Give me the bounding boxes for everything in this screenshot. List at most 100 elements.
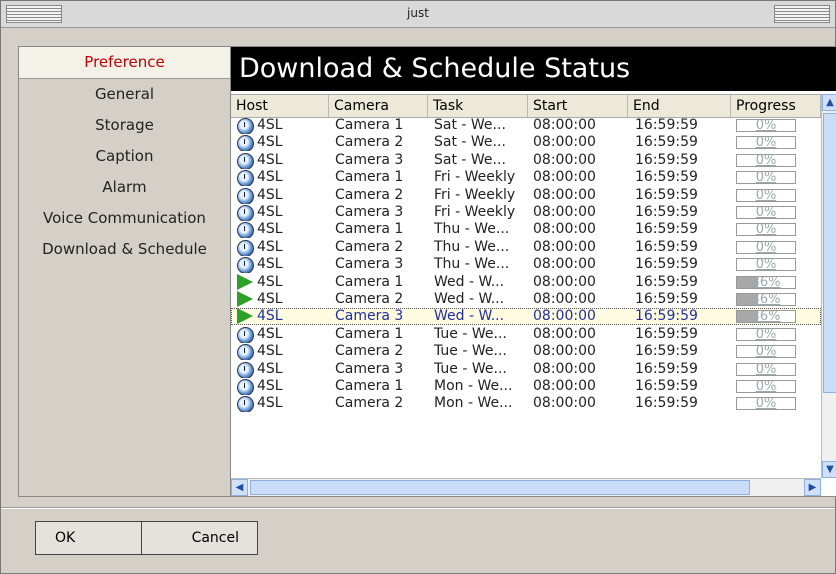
play-icon [237,273,257,291]
sidebar-item-alarm[interactable]: Alarm [19,172,230,203]
row-progress-bar: 0% [736,240,796,254]
sidebar-item-caption[interactable]: Caption [19,141,230,172]
progress-text: 0% [755,171,777,185]
row-end: 16:59:59 [635,221,698,238]
title-bar[interactable]: just [1,1,835,28]
row-progress-bar: 0% [736,258,796,272]
row-task: Fri - Weekly [434,169,516,186]
row-end: 16:59:59 [635,395,698,412]
table-row[interactable]: 4SL Camera 3 Wed - W... 08:00:00 16:59:59 36% [231,308,821,326]
row-task: Wed - W... [434,308,505,325]
scroll-up-icon[interactable]: ▲ [822,94,836,111]
row-host: 4SL [257,117,283,133]
row-camera: Camera 2 [335,343,404,360]
sidebar-item-preference[interactable]: Preference [19,47,230,79]
window-grip-right[interactable] [774,5,830,23]
row-host: 4SL [257,238,283,255]
sidebar-item-storage[interactable]: Storage [19,110,230,141]
row-task: Tue - We... [434,360,507,377]
row-camera: Camera 1 [335,378,404,394]
table-row[interactable]: 4SL Camera 2 Wed - W... 08:00:00 16:59:59 36% [231,291,821,308]
table-row[interactable]: 4SL Camera 1 Thu - We... 08:00:00 16:59:59 0% [231,221,821,239]
table-row[interactable]: 4SL Camera 3 Fri - Weekly 08:00:00 16:59:59 0… [231,204,821,221]
row-progress-bar: 0% [736,153,796,167]
table-row[interactable]: 4SL Camera 3 Tue - We... 08:00:00 16:59:59 0% [231,361,821,378]
button-separator [1,507,835,509]
scroll-down-icon[interactable]: ▼ [822,461,836,478]
row-task: Tue - We... [434,325,507,342]
column-header-host[interactable]: Host [231,95,329,117]
progress-text: 0% [755,240,777,254]
row-end: 16:59:59 [635,273,698,290]
row-end: 16:59:59 [635,325,698,342]
row-host: 4SL [257,325,283,342]
sidebar-item-download-schedule[interactable]: Download & Schedule [19,234,230,265]
column-header-start[interactable]: Start [528,95,628,117]
row-camera: Camera 2 [335,395,404,412]
progress-text: 0% [755,327,777,341]
table-row[interactable]: 4SL Camera 3 Thu - We... 08:00:00 16:59:59 0% [231,256,821,274]
ok-button[interactable]: OK [35,521,148,555]
row-end: 16:59:59 [635,291,698,307]
row-start: 08:00:00 [533,360,596,377]
row-host: 4SL [257,291,283,307]
scroll-right-icon[interactable]: ▶ [804,479,821,496]
row-host: 4SL [257,395,283,412]
scroll-left-icon[interactable]: ◀ [231,479,248,496]
progress-text: 0% [755,362,777,376]
table-row[interactable]: 4SL Camera 1 Tue - We... 08:00:00 16:59:59 0% [231,326,821,343]
table-row[interactable]: 4SL Camera 2 Fri - Weekly 08:00:00 16:59:59 0… [231,187,821,204]
settings-sidebar: Preference General Storage Caption Alarm… [18,46,231,497]
vertical-scroll-thumb[interactable] [823,113,836,393]
download-schedule-panel: Download & Schedule Status Host Camera T… [230,46,836,497]
row-start: 08:00:00 [533,256,596,273]
sidebar-item-general[interactable]: General [19,79,230,110]
column-header-end[interactable]: End [628,95,731,117]
table-row[interactable]: 4SL Camera 1 Wed - W... 08:00:00 16:59:59 36% [231,273,821,291]
row-end: 16:59:59 [635,117,698,133]
horizontal-scroll-thumb[interactable] [250,480,750,495]
row-start: 08:00:00 [533,308,596,325]
table-row[interactable]: 4SL Camera 1 Fri - Weekly 08:00:00 16:59:59 0… [231,169,821,187]
row-progress-bar: 0% [736,136,796,150]
table-row[interactable]: 4SL Camera 2 Thu - We... 08:00:00 16:59:59 0% [231,239,821,256]
clock-icon [237,239,257,256]
row-host: 4SL [257,343,283,360]
row-progress-bar: 0% [736,327,796,341]
row-end: 16:59:59 [635,256,698,273]
row-camera: Camera 1 [335,221,404,238]
horizontal-scrollbar[interactable]: ◀ ▶ [231,478,821,496]
status-table-body: 4SL Camera 1 Sat - We... 08:00:00 16:59:59 0%… [231,117,821,477]
clock-icon [237,152,257,169]
row-camera: Camera 3 [335,256,404,273]
row-start: 08:00:00 [533,151,596,168]
sidebar-item-voice-communication[interactable]: Voice Communication [19,203,230,234]
row-progress-bar: 0% [736,223,796,237]
table-row[interactable]: 4SL Camera 2 Sat - We... 08:00:00 16:59:59 0% [231,134,821,152]
row-progress-bar: 36% [736,310,796,324]
row-start: 08:00:00 [533,273,596,290]
vertical-scrollbar[interactable]: ▲ ▼ [821,94,836,478]
table-row[interactable]: 4SL Camera 3 Sat - We... 08:00:00 16:59:59 0% [231,152,821,169]
clock-icon [237,134,257,152]
column-header-task[interactable]: Task [428,95,528,117]
row-task: Thu - We... [434,238,510,255]
row-task: Sat - We... [434,117,506,133]
row-host: 4SL [257,221,283,238]
row-progress-bar: 0% [736,380,796,393]
column-header-camera[interactable]: Camera [329,95,428,117]
row-start: 08:00:00 [533,186,596,203]
progress-text: 0% [755,258,777,272]
table-row[interactable]: 4SL Camera 1 Mon - We... 08:00:00 16:59:59 0% [231,378,821,395]
table-row[interactable]: 4SL Camera 2 Tue - We... 08:00:00 16:59:59 0% [231,343,821,361]
row-camera: Camera 2 [335,238,404,255]
cancel-button[interactable]: Cancel [141,521,258,555]
row-host: 4SL [257,186,283,203]
row-host: 4SL [257,273,283,290]
column-header-progress[interactable]: Progress [731,95,821,117]
table-row[interactable]: 4SL Camera 2 Mon - We... 08:00:00 16:59:59 0% [231,395,821,413]
clock-icon [237,395,257,413]
row-camera: Camera 1 [335,325,404,342]
play-icon [237,291,257,308]
table-row[interactable]: 4SL Camera 1 Sat - We... 08:00:00 16:59:59 0% [231,117,821,134]
